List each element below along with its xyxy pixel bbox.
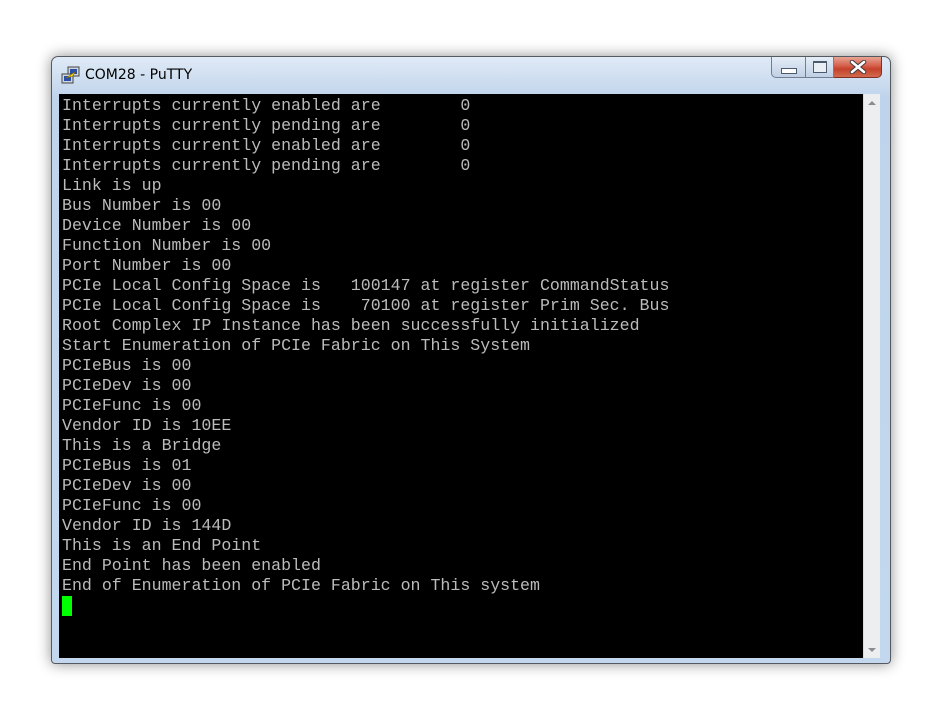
caption-buttons <box>771 57 882 78</box>
maximize-button[interactable] <box>805 57 834 78</box>
terminal-line: PCIe Local Config Space is 70100 at regi… <box>62 296 670 315</box>
terminal-line: PCIeBus is 00 <box>62 356 192 375</box>
terminal-line: Port Number is 00 <box>62 256 232 275</box>
scroll-up-button[interactable] <box>864 94 880 111</box>
terminal-output[interactable]: Interrupts currently enabled are 0 Interr… <box>59 94 863 658</box>
terminal-line: Interrupts currently pending are 0 <box>62 156 471 175</box>
scroll-up-arrow-icon <box>868 100 876 105</box>
close-icon <box>849 60 866 74</box>
terminal-line: Function Number is 00 <box>62 236 272 255</box>
terminal-line: Device Number is 00 <box>62 216 252 235</box>
terminal-line: Start Enumeration of PCIe Fabric on This… <box>62 336 531 355</box>
terminal-line: PCIe Local Config Space is 100147 at reg… <box>62 276 670 295</box>
close-button[interactable] <box>834 57 882 78</box>
terminal-line: Vendor ID is 144D <box>62 516 232 535</box>
terminal-line: PCIeBus is 01 <box>62 456 192 475</box>
terminal-cursor <box>62 596 72 616</box>
terminal-line: PCIeDev is 00 <box>62 476 192 495</box>
terminal-line: Root Complex IP Instance has been succes… <box>62 316 640 335</box>
maximize-icon <box>812 61 827 73</box>
terminal-line: PCIeDev is 00 <box>62 376 192 395</box>
client-area: Interrupts currently enabled are 0 Interr… <box>59 94 880 658</box>
minimize-button[interactable] <box>771 57 805 78</box>
scroll-down-button[interactable] <box>864 641 880 658</box>
terminal-line: This is an End Point <box>62 536 262 555</box>
terminal-line: Vendor ID is 10EE <box>62 416 232 435</box>
terminal-line: PCIeFunc is 00 <box>62 396 202 415</box>
title-bar[interactable]: COM28 - PuTTY <box>52 57 890 94</box>
minimize-icon <box>780 68 797 74</box>
vertical-scrollbar[interactable] <box>863 94 880 658</box>
terminal-line: Link is up <box>62 176 162 195</box>
terminal-line: This is a Bridge <box>62 436 222 455</box>
window-title: COM28 - PuTTY <box>85 67 193 83</box>
terminal-line: End of Enumeration of PCIe Fabric on Thi… <box>62 576 540 595</box>
terminal-line: Interrupts currently enabled are 0 <box>62 96 471 115</box>
putty-window: COM28 - PuTTY Interrupts currently enabl… <box>51 56 891 664</box>
terminal-line: End Point has been enabled <box>62 556 321 575</box>
terminal-line: PCIeFunc is 00 <box>62 496 202 515</box>
terminal-line: Interrupts currently enabled are 0 <box>62 136 471 155</box>
terminal-line: Interrupts currently pending are 0 <box>62 116 471 135</box>
putty-icon[interactable] <box>61 66 81 86</box>
terminal-prompt-line <box>62 596 863 616</box>
terminal-line: Bus Number is 00 <box>62 196 222 215</box>
scroll-down-arrow-icon <box>868 647 876 652</box>
